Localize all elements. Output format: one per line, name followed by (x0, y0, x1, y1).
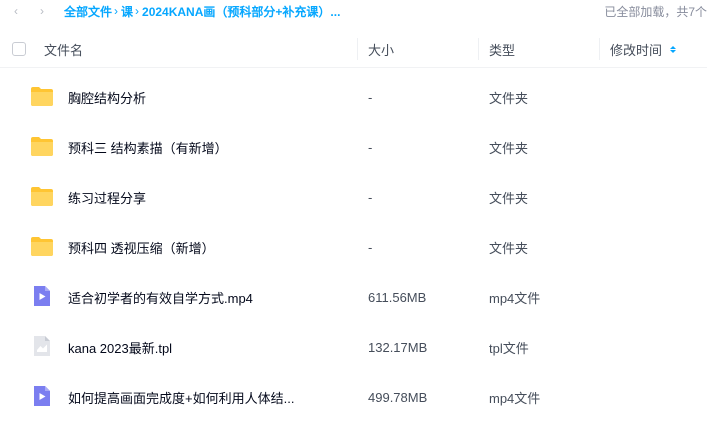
breadcrumb-separator-icon: › (135, 4, 140, 18)
file-size: - (368, 139, 373, 155)
column-header-modified[interactable]: 修改时间 (610, 30, 677, 68)
file-name[interactable]: 胸腔结构分析 (68, 72, 146, 122)
table-row[interactable]: 预科三 结构素描（有新增） - 文件夹 (0, 122, 707, 172)
column-divider[interactable] (478, 38, 479, 60)
file-name[interactable]: 适合初学者的有效自学方式.mp4 (68, 272, 253, 322)
file-name[interactable]: 预科三 结构素描（有新增） (68, 122, 228, 172)
file-name[interactable]: 预科四 透视压缩（新增） (68, 222, 215, 272)
table-row[interactable]: 适合初学者的有效自学方式.mp4 611.56MB mp4文件 (0, 272, 707, 322)
tpl-file-icon (34, 336, 50, 356)
column-divider[interactable] (357, 38, 358, 60)
table-row[interactable]: 胸腔结构分析 - 文件夹 (0, 72, 707, 122)
load-status: 已全部加载，共7个 (604, 5, 707, 19)
file-name[interactable]: 如何提高画面完成度+如何利用人体结... (68, 372, 294, 422)
select-all-checkbox[interactable] (12, 42, 26, 56)
file-type: 文件夹 (489, 190, 529, 206)
table-row[interactable]: 练习过程分享 - 文件夹 (0, 172, 707, 222)
table-row[interactable]: 如何提高画面完成度+如何利用人体结... 499.78MB mp4文件 (0, 372, 707, 422)
sort-icon[interactable] (670, 45, 677, 53)
file-size: - (368, 189, 373, 205)
breadcrumb: 全部文件 › 课 › 2024KANA画（预科部分+补充课）... (64, 3, 340, 20)
breadcrumb-separator-icon: › (114, 4, 119, 18)
file-name[interactable]: kana 2023最新.tpl (68, 322, 172, 372)
file-type: tpl文件 (489, 340, 529, 356)
file-size: 132.17MB (368, 339, 428, 355)
column-header-name[interactable]: 文件名 (44, 30, 83, 68)
video-file-icon (34, 386, 50, 406)
back-arrow-icon[interactable]: ‹ (8, 3, 24, 19)
file-type: mp4文件 (489, 290, 541, 306)
top-bar: ‹ › 全部文件 › 课 › 2024KANA画（预科部分+补充课）... 已全… (0, 0, 707, 22)
forward-arrow-icon[interactable]: › (34, 3, 50, 19)
folder-icon (31, 87, 53, 106)
table-row[interactable]: kana 2023最新.tpl 132.17MB tpl文件 (0, 322, 707, 372)
column-header-size[interactable]: 大小 (368, 30, 394, 68)
file-size: - (368, 89, 373, 105)
file-type: 文件夹 (489, 90, 529, 106)
folder-icon (31, 237, 53, 256)
file-type: mp4文件 (489, 390, 541, 406)
file-size: - (368, 239, 373, 255)
video-file-icon (34, 286, 50, 306)
folder-icon (31, 137, 53, 156)
column-header-size-label: 大小 (368, 42, 395, 58)
breadcrumb-item-current: 2024KANA画（预科部分+补充课）... (142, 4, 341, 19)
file-size: 499.78MB (368, 389, 428, 405)
breadcrumb-item-course[interactable]: 课 (121, 3, 133, 20)
table-header: 文件名 大小 类型 修改时间 (0, 30, 707, 68)
file-type: 文件夹 (489, 140, 529, 156)
column-header-type-label: 类型 (489, 42, 516, 58)
breadcrumb-item-all-files[interactable]: 全部文件 (64, 3, 112, 20)
folder-icon (31, 187, 53, 206)
column-divider[interactable] (599, 38, 600, 60)
file-size: 611.56MB (368, 289, 427, 305)
column-header-name-label: 文件名 (44, 42, 84, 58)
column-header-modified-label: 修改时间 (610, 42, 663, 58)
table-row[interactable]: 预科四 透视压缩（新增） - 文件夹 (0, 222, 707, 272)
column-header-type[interactable]: 类型 (489, 30, 515, 68)
file-name[interactable]: 练习过程分享 (68, 172, 146, 222)
file-type: 文件夹 (489, 240, 529, 256)
